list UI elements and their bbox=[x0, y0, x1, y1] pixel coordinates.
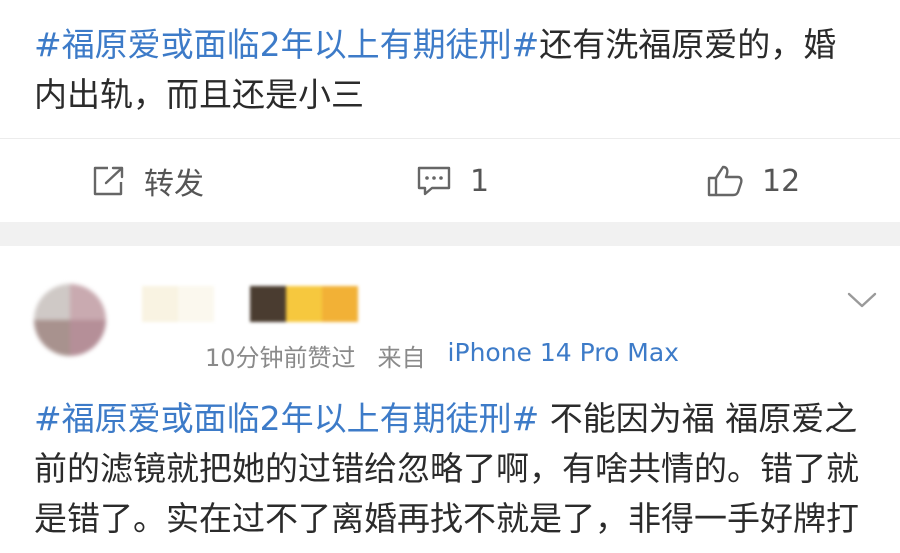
repost-button[interactable]: 转发 bbox=[92, 161, 204, 202]
post-time: 10分钟前赞过 bbox=[205, 344, 356, 372]
avatar[interactable] bbox=[34, 284, 106, 356]
card-separator bbox=[0, 222, 900, 246]
post-action-bar: 转发 1 12 bbox=[0, 138, 900, 223]
repost-label: 转发 bbox=[144, 167, 204, 202]
comment-count: 1 bbox=[470, 163, 490, 199]
hashtag-link[interactable]: #福原爱或面临2年以上有期徒刑# bbox=[34, 399, 539, 438]
weibo-post-card: #福原爱或面临2年以上有期徒刑#还有洗福原爱的，婚内出轨，而且还是小三 转发 1 bbox=[0, 0, 900, 222]
post-text: #福原爱或面临2年以上有期徒刑# 不能因为福 福原爱之前的滤镜就把她的过错给忽略… bbox=[34, 394, 874, 544]
like-button[interactable]: 12 bbox=[706, 161, 800, 201]
post-text: #福原爱或面临2年以上有期徒刑#还有洗福原爱的，婚内出轨，而且还是小三 bbox=[34, 20, 864, 120]
chevron-down-icon bbox=[847, 292, 877, 308]
post-menu-button[interactable] bbox=[846, 290, 878, 314]
thumbs-up-icon bbox=[707, 165, 743, 197]
post-meta: 10分钟前赞过 来自 iPhone 14 Pro Max bbox=[205, 338, 679, 373]
comment-icon bbox=[417, 166, 451, 196]
device-link[interactable]: iPhone 14 Pro Max bbox=[448, 338, 679, 373]
hashtag-link[interactable]: #福原爱或面临2年以上有期徒刑# bbox=[34, 25, 539, 64]
weibo-post-card: 10分钟前赞过 来自 iPhone 14 Pro Max #福原爱或面临2年以上… bbox=[0, 246, 900, 553]
comment-button[interactable]: 1 bbox=[416, 161, 489, 201]
like-count: 12 bbox=[762, 163, 801, 199]
share-out-icon bbox=[93, 166, 124, 196]
source-prefix: 来自 bbox=[377, 344, 426, 372]
username-redacted[interactable] bbox=[142, 286, 358, 322]
